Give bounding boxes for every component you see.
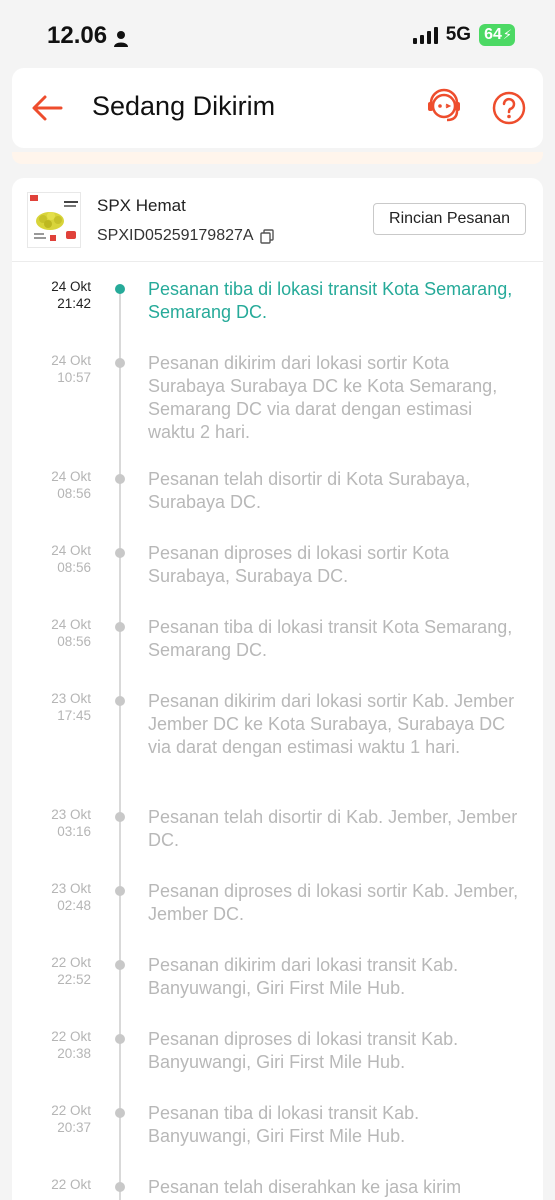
order-details-button[interactable]: Rincian Pesanan [373,203,526,235]
event-description: Pesanan dikirim dari lokasi transit Kab.… [148,955,459,998]
timeline-dot [115,622,125,632]
event-description: Pesanan telah disortir di Kab. Jember, J… [148,807,518,850]
event-datetime: 23 Okt 17:45 [12,690,91,724]
event-date: 24 Okt [51,543,91,558]
event-description: Pesanan dikirim dari lokasi sortir Kab. … [148,691,515,757]
order-summary: SPX Hemat SPXID05259179827A Rincian Pesa… [12,178,543,262]
event-datetime: 24 Okt 10:57 [12,352,91,386]
event-time: 08:56 [57,486,91,501]
event-date: 23 Okt [51,691,91,706]
person-icon [113,27,129,47]
timeline-dot [115,960,125,970]
event-datetime: 24 Okt 08:56 [12,542,91,576]
event-date: 23 Okt [51,881,91,896]
event-datetime: 24 Okt 08:56 [12,468,91,502]
event-time: 17:45 [57,708,91,723]
tracking-number-text: SPXID05259179827A [97,227,254,244]
event-description: Pesanan tiba di lokasi transit Kota Sema… [148,279,513,322]
event-description: Pesanan diproses di lokasi transit Kab. … [148,1029,459,1072]
timeline-dot [115,1034,125,1044]
event-description: Pesanan tiba di lokasi transit Kab. Bany… [148,1103,420,1146]
event-datetime: 23 Okt 03:16 [12,806,91,840]
battery-icon: 64 ⚡ [479,24,515,46]
event-time: 10:57 [57,370,91,385]
clock-text: 12.06 [47,22,108,49]
signal-icon [412,26,438,44]
event-datetime: 22 Okt 20:37 [12,1102,91,1136]
event-description: Pesanan telah diserahkan ke jasa kirim [148,1177,462,1197]
battery-level: 64 [484,26,502,43]
product-thumbnail[interactable] [27,192,81,248]
help-icon[interactable] [491,90,527,126]
timeline-dot [115,1108,125,1118]
event-datetime: 24 Okt 08:56 [12,616,91,650]
status-time: 12.06 [47,22,129,50]
event-time: 03:16 [57,824,91,839]
tracking-number: SPXID05259179827A [97,227,274,245]
customer-service-icon[interactable] [425,88,463,126]
timeline-dot [115,812,125,822]
timeline-dot [115,474,125,484]
info-banner-strip [12,152,543,164]
status-indicators: 5G 64 ⚡ [412,24,515,46]
tracking-timeline: 24 Okt 21:42 Pesanan tiba di lokasi transi… [12,262,543,1200]
timeline-dot [115,696,125,706]
event-date: 23 Okt [51,807,91,822]
event-datetime: 22 Okt 22:52 [12,954,91,988]
event-date: 24 Okt [51,617,91,632]
timeline-dot [115,284,125,294]
event-datetime: 24 Okt 21:42 [12,278,91,312]
timeline-dot [115,548,125,558]
event-date: 22 Okt [51,1177,91,1192]
status-bar: 12.06 5G 64 ⚡ [0,0,555,66]
copy-icon[interactable] [259,228,274,244]
event-time: 20:38 [57,1046,91,1061]
event-description: Pesanan diproses di lokasi sortir Kota S… [148,543,450,586]
event-date: 24 Okt [51,469,91,484]
event-description: Pesanan dikirim dari lokasi sortir Kota … [148,353,498,442]
app-header: Sedang Dikirim [12,68,543,148]
event-datetime: 23 Okt 02:48 [12,880,91,914]
event-time: 20:37 [57,1120,91,1135]
event-date: 22 Okt [51,1103,91,1118]
page-title: Sedang Dikirim [92,91,276,121]
timeline-line [119,288,121,1200]
event-time: 08:56 [57,634,91,649]
event-date: 24 Okt [51,353,91,368]
event-description: Pesanan telah disortir di Kota Surabaya,… [148,469,471,512]
event-description: Pesanan diproses di lokasi sortir Kab. J… [148,881,519,924]
event-description: Pesanan tiba di lokasi transit Kota Sema… [148,617,513,660]
event-date: 24 Okt [51,279,91,294]
network-label: 5G [445,24,472,45]
event-datetime: 22 Okt [12,1176,91,1193]
timeline-dot [115,886,125,896]
event-datetime: 22 Okt 20:38 [12,1028,91,1062]
timeline-dot [115,1182,125,1192]
back-arrow-icon[interactable] [30,90,66,126]
event-time: 08:56 [57,560,91,575]
courier-name: SPX Hemat [97,196,186,215]
event-time: 02:48 [57,898,91,913]
timeline-dot [115,358,125,368]
event-date: 22 Okt [51,955,91,970]
event-time: 21:42 [57,296,91,311]
charging-bolt-icon: ⚡ [502,27,512,42]
event-date: 22 Okt [51,1029,91,1044]
event-time: 22:52 [57,972,91,987]
tracking-card: SPX Hemat SPXID05259179827A Rincian Pesa… [12,178,543,1200]
